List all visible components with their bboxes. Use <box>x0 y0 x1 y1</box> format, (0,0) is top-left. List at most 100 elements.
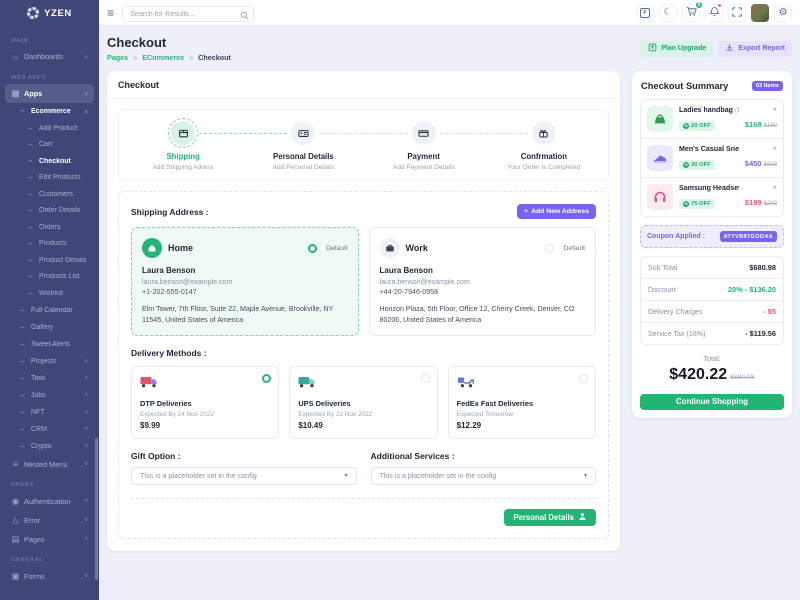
sidebar-item[interactable]: – Projects ∨ <box>5 353 94 370</box>
default-radio[interactable] <box>545 244 554 253</box>
sidebar-item[interactable]: – Add Product <box>5 120 94 137</box>
settings-button[interactable]: ⚙ <box>774 4 792 22</box>
sidebar-item[interactable]: – Sweet Alerts <box>5 336 94 353</box>
recipient-phone: +1-202-555-0147 <box>142 288 348 296</box>
language-button[interactable]: F <box>636 4 654 22</box>
sidebar-item-label: Error <box>24 516 80 525</box>
service-tax-row: Service Tax (18%) - $119.56 <box>641 322 783 344</box>
sidebar-item[interactable]: PAGES <box>5 479 94 492</box>
address-card-work[interactable]: Work Default Laura Benson laura.benson@e… <box>369 227 597 336</box>
address-card-home[interactable]: Home Default Laura Benson laura.benson@e… <box>131 227 359 336</box>
sidebar-item[interactable]: ▦ Apps ∧ <box>5 84 94 103</box>
sidebar-item[interactable]: – Product Details <box>5 252 94 269</box>
sidebar-item[interactable]: GENERAL <box>5 554 94 567</box>
sidebar-item-label: NFT <box>31 409 80 416</box>
user-avatar[interactable] <box>751 4 769 22</box>
sidebar-item[interactable]: – CRM ∨ <box>5 421 94 438</box>
brand-logo[interactable]: YZEN <box>0 0 99 26</box>
sidebar-item-label: Products List <box>39 273 88 280</box>
sidebar-item[interactable]: △ Error ∨ <box>5 511 94 530</box>
gift-option-select[interactable]: This is a placeholder set in the config … <box>131 467 357 485</box>
checkout-steps: Shipping Add Shipping Adress Personal De… <box>118 109 609 181</box>
add-new-address-button[interactable]: + Add New Address <box>517 204 596 219</box>
remove-item-button[interactable]: × <box>772 106 777 114</box>
recipient-name: Laura Benson <box>380 266 586 275</box>
notifications-button[interactable] <box>705 4 723 22</box>
sidebar-item[interactable]: – Products List <box>5 269 94 286</box>
delivery-option-dtp[interactable]: DTP Deliveries Expected By 24 Nov 2022 $… <box>131 366 279 439</box>
sidebar-item[interactable]: – Checkout <box>5 153 94 170</box>
sidebar-item-label: Add Product <box>39 125 88 132</box>
coupon-code-badge[interactable]: ATYVB97GOOAA <box>720 231 778 242</box>
breadcrumb-separator: » <box>189 53 193 62</box>
sidebar-item[interactable]: – Order Details <box>5 203 94 220</box>
sidebar-item-label: Task <box>31 375 80 382</box>
chevron-icon: ∨ <box>84 375 88 381</box>
sidebar-item[interactable]: – Jobs ∨ <box>5 387 94 404</box>
sidebar-item-label: Projects <box>31 358 80 365</box>
sidebar-item[interactable]: – NFT ∨ <box>5 404 94 421</box>
remove-item-button[interactable]: × <box>772 145 777 153</box>
headset-thumbnail[interactable] <box>647 184 673 210</box>
discount-row: Discount 20% - $136.20 <box>641 278 783 300</box>
sidebar-item-icon: – <box>18 108 27 115</box>
recipient-email: laura.benson@example.com <box>380 278 586 286</box>
step-payment[interactable]: Payment Add Payment Details <box>364 121 484 171</box>
remove-item-button[interactable]: × <box>772 184 777 192</box>
sneakers-thumbnail[interactable] <box>647 145 673 171</box>
sidebar-item[interactable]: – Crypto ∨ <box>5 438 94 455</box>
sidebar-item[interactable]: WEB APPS <box>5 71 94 84</box>
step-confirmation[interactable]: Confrmation Your Order Is Completed <box>484 121 604 171</box>
dark-mode-button[interactable]: ☾ <box>659 4 677 22</box>
sidebar-scrollbar[interactable] <box>95 438 98 580</box>
sidebar-item[interactable]: – Task ∨ <box>5 370 94 387</box>
hamburger-menu-icon[interactable]: ≡ <box>107 7 114 19</box>
additional-services-select[interactable]: This is a placeholder set in the config … <box>371 467 597 485</box>
sidebar-item[interactable]: – Full Calendar <box>5 302 94 319</box>
sidebar-item[interactable]: – Edit Products <box>5 170 94 187</box>
sidebar-item[interactable]: MAIN <box>5 34 94 47</box>
delivery-charges-row: Delivery Charges - $5 <box>641 300 783 322</box>
sidebar-item[interactable]: ◉ Authentication ∨ <box>5 492 94 511</box>
sidebar-item-label: Jobs <box>31 392 80 399</box>
sidebar-item[interactable]: – Orders <box>5 219 94 236</box>
plan-upgrade-button[interactable]: Plan Upgrade <box>641 41 713 57</box>
sidebar-item[interactable]: ⌂ Dashboards ∨ <box>5 47 94 66</box>
sidebar-item[interactable]: – Ecommerce ∧ <box>5 103 94 120</box>
sidebar-item[interactable]: ▤ Pages ∨ <box>5 530 94 549</box>
sidebar-item[interactable]: – Gallery <box>5 319 94 336</box>
sidebar-item[interactable]: – Customers <box>5 186 94 203</box>
step-personal-details[interactable]: Personal Details Add Personal Details <box>243 121 363 171</box>
sidebar-item-label: Product Details <box>39 257 88 264</box>
delivery-radio[interactable] <box>421 374 430 383</box>
search-input[interactable] <box>122 6 254 22</box>
delivery-option-fedex[interactable]: FedEx Fast Deliveries Expected Tomorrow … <box>448 366 596 439</box>
search-icon[interactable] <box>240 7 249 25</box>
main-content: Checkout Pages » ECommerce » Checkout Pl… <box>99 26 800 600</box>
chevron-icon: ∨ <box>84 443 88 449</box>
sidebar-item[interactable]: – Products <box>5 236 94 253</box>
step-shipping[interactable]: Shipping Add Shipping Adress <box>123 121 243 171</box>
totals-table: Sub Total $680.98 Discount 20% - $136.20… <box>640 256 784 345</box>
cart-button[interactable]: 5 <box>682 4 700 22</box>
credit-card-icon <box>412 121 436 145</box>
fullscreen-button[interactable] <box>728 4 746 22</box>
default-radio-selected[interactable] <box>308 244 317 253</box>
export-report-button[interactable]: Export Report <box>718 41 792 57</box>
sidebar-item[interactable]: – Cart <box>5 137 94 154</box>
delivery-option-ups[interactable]: UPS Deliveries Expected By 22 Nov 2022 $… <box>289 366 437 439</box>
upgrade-icon <box>648 43 657 54</box>
topbar: ≡ F ☾ 5 ⚙ <box>99 0 800 26</box>
chevron-icon: ∨ <box>84 392 88 398</box>
sidebar-item[interactable]: ≡ Nested Menu ∨ <box>5 455 94 474</box>
delivery-radio[interactable] <box>579 374 588 383</box>
handbag-thumbnail[interactable] <box>647 106 673 132</box>
personal-details-next-button[interactable]: Personal Details <box>504 509 596 526</box>
continue-shopping-button[interactable]: Continue Shopping <box>640 394 784 410</box>
sidebar-item[interactable]: – Wishlist <box>5 285 94 302</box>
breadcrumb-ecommerce[interactable]: ECommerce <box>142 53 184 62</box>
sidebar-item[interactable]: ▣ Forms ∨ <box>5 567 94 586</box>
breadcrumb-pages[interactable]: Pages <box>107 53 128 62</box>
sidebar-item-icon: – <box>18 341 27 348</box>
delivery-radio-selected[interactable] <box>262 374 271 383</box>
